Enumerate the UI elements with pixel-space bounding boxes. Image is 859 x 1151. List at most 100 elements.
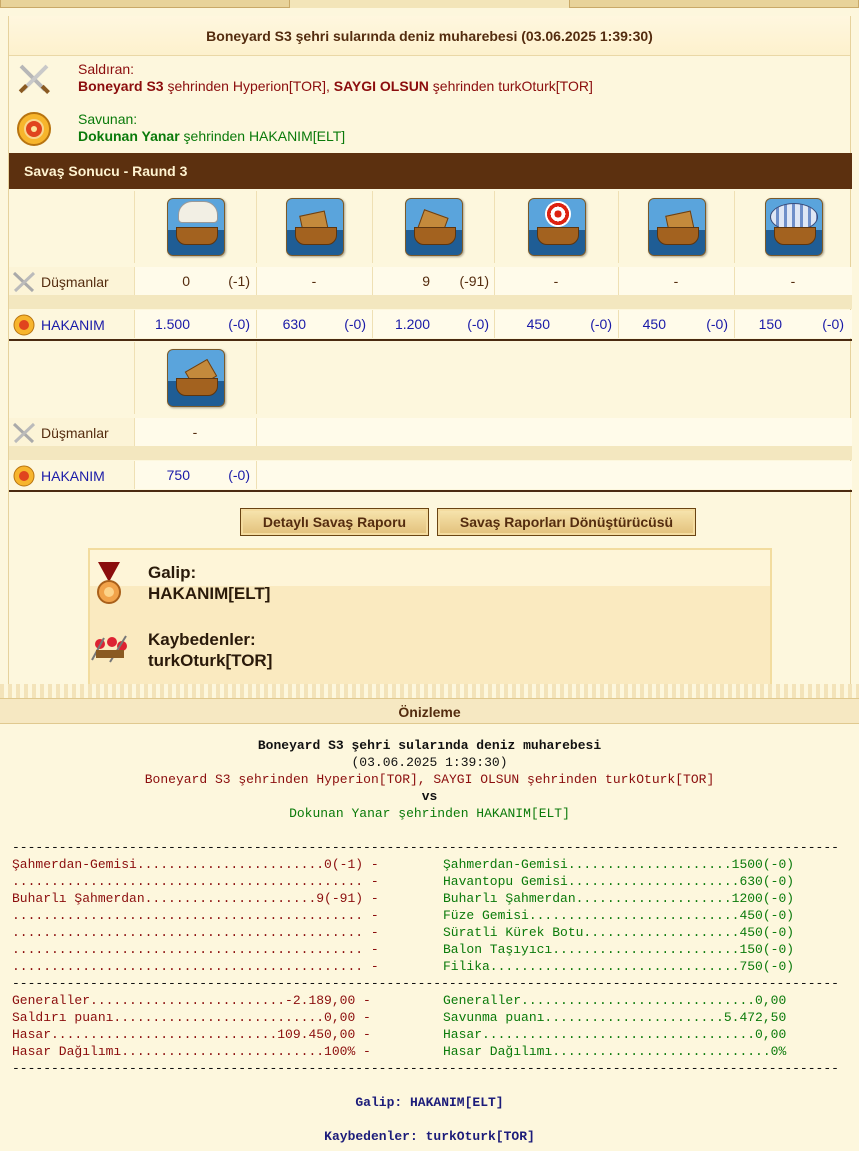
- preview-unit-right: Füze Gemisi...........................45…: [443, 908, 795, 923]
- preview-header: Önizleme: [0, 698, 859, 724]
- enemies-row-2: Düşmanlar -: [9, 418, 852, 446]
- unit-cell: [494, 191, 618, 263]
- top-strip: [0, 0, 859, 8]
- enemies-row-1: Düşmanlar 0 (-1) - 9 (-91) - - -: [9, 267, 852, 295]
- tender-ship-icon[interactable]: [166, 349, 225, 407]
- enemy-count: -: [311, 273, 317, 289]
- result-box: Galip: HAKANIM[ELT] Kaybedenler: turkOtu…: [88, 548, 772, 684]
- shield-icon: [13, 465, 35, 487]
- defender-name-link[interactable]: HAKANIM: [41, 468, 105, 484]
- fire-ship-icon[interactable]: [285, 198, 344, 256]
- defender-city-link[interactable]: Dokunan Yanar: [78, 128, 180, 144]
- preview-divider: ----------------------------------------…: [12, 976, 839, 991]
- row-gap: [9, 295, 852, 309]
- preview-unit-right: Havantopu Gemisi......................63…: [443, 874, 795, 889]
- defender-count: 630: [282, 316, 306, 332]
- defender-count: 750: [166, 467, 190, 483]
- defender-loss: (-0): [467, 316, 489, 332]
- preview-unit-left: ........................................…: [12, 925, 379, 940]
- top-tab-right[interactable]: [569, 0, 859, 8]
- preview-title: Boneyard S3 şehri sularında deniz muhare…: [257, 738, 602, 753]
- preview-vs: vs: [421, 789, 438, 804]
- crossed-swords-icon: [18, 64, 50, 94]
- shield-icon: [13, 314, 35, 336]
- preview-unit-right: Balon Taşıyıcı........................15…: [443, 942, 795, 957]
- preview-defenders: Dokunan Yanar şehrinden HAKANIM[ELT]: [289, 806, 570, 821]
- preview-unit-right: Şahmerdan-Gemisi.....................150…: [443, 857, 795, 872]
- top-tab-left[interactable]: [0, 0, 290, 8]
- defender-label: Savunan:: [78, 111, 138, 127]
- defender-loss: (-0): [590, 316, 612, 332]
- defender-row-1: HAKANIM 1.500 (-0) 630 (-0) 1.200 (-0) 4…: [9, 310, 852, 338]
- winner-name: HAKANIM[ELT]: [148, 584, 271, 603]
- preview-unit-left: ........................................…: [12, 942, 379, 957]
- enemy-count: -: [790, 273, 796, 289]
- steam-ram-icon[interactable]: [404, 198, 463, 256]
- preview-stat-right: Hasar Dağılımı..........................…: [443, 1044, 787, 1059]
- row-gap: [9, 446, 852, 460]
- preview-unit-right: Buharlı Şahmerdan....................120…: [443, 891, 795, 906]
- enemies-label: Düşmanlar: [41, 274, 109, 290]
- preview-attackers: Boneyard S3 şehrinden Hyperion[TOR], SAY…: [144, 772, 715, 787]
- defender-row-2: HAKANIM 750 (-0): [9, 461, 852, 489]
- preview-unit-left: ........................................…: [12, 874, 379, 889]
- rocket-ship-icon[interactable]: [527, 198, 586, 256]
- empty-cell: [256, 342, 852, 414]
- report-title: Boneyard S3 şehri sularında deniz muhare…: [9, 16, 850, 56]
- preview-unit-left: Şahmerdan-Gemisi........................…: [12, 857, 379, 872]
- defender-loss: (-0): [344, 316, 366, 332]
- defender-row-label: HAKANIM: [11, 465, 105, 487]
- preview-stat-right: Generaller..............................…: [443, 993, 787, 1008]
- enemy-count: -: [192, 424, 198, 440]
- report-converter-button[interactable]: Savaş Raporları Dönüştürücüsü: [437, 508, 696, 536]
- enemy-count: -: [673, 273, 679, 289]
- defender-name-link[interactable]: HAKANIM: [41, 317, 105, 333]
- attacker-text-1: şehrinden Hyperion[TOR],: [163, 78, 334, 94]
- unit-icons-row-1: [9, 191, 852, 263]
- section-header: Savaş Sonucu - Raund 3: [9, 153, 852, 189]
- preview-unit-left: Buharlı Şahmerdan......................9…: [12, 891, 379, 906]
- attacker-city-link-2[interactable]: SAYGI OLSUN: [334, 78, 429, 94]
- preview-stat-left: Hasar Dağılımı..........................…: [12, 1044, 371, 1059]
- winner-label: Galip:: [148, 563, 197, 582]
- defender-count: 150: [758, 316, 782, 332]
- losers-label: Kaybedenler:: [148, 630, 256, 649]
- defender-text: şehrinden HAKANIM[ELT]: [179, 128, 346, 144]
- preview-divider: ----------------------------------------…: [12, 1061, 839, 1076]
- paddle-speedboat-icon[interactable]: [647, 198, 706, 256]
- unit-cell: [734, 191, 852, 263]
- crossed-swords-icon: [12, 422, 36, 444]
- attacker-block: Saldıran: Boneyard S3 şehrinden Hyperion…: [9, 56, 850, 106]
- enemy-loss: (-1): [228, 273, 250, 289]
- medal-icon: [97, 562, 121, 604]
- preview-unit-left: ........................................…: [12, 908, 379, 923]
- preview-stat-left: Saldırı puanı...........................…: [12, 1010, 371, 1025]
- balloon-carrier-icon[interactable]: [764, 198, 823, 256]
- preview-winner: Galip: HAKANIM[ELT]: [355, 1095, 504, 1110]
- row-separator: [9, 490, 852, 492]
- defender-line: Dokunan Yanar şehrinden HAKANIM[ELT]: [78, 128, 345, 144]
- defender-block: Savunan: Dokunan Yanar şehrinden HAKANIM…: [9, 106, 850, 152]
- unit-cell: [618, 191, 734, 263]
- enemy-count: 9: [422, 273, 430, 289]
- defender-loss: (-0): [706, 316, 728, 332]
- preview-stat-right: Savunma puanı.......................5.47…: [443, 1010, 787, 1025]
- crossed-swords-icon: [12, 271, 36, 293]
- battle-report: Boneyard S3 şehri sularında deniz muhare…: [8, 16, 852, 684]
- detailed-report-button[interactable]: Detaylı Savaş Raporu: [240, 508, 429, 536]
- preview-stat-left: Generaller.........................-2.18…: [12, 993, 371, 1008]
- preview-unit-right: Filika................................75…: [443, 959, 795, 974]
- unit-cell: [134, 342, 256, 414]
- enemies-row-label: Düşmanlar: [11, 422, 109, 444]
- defender-count: 1.500: [154, 316, 190, 332]
- enemy-loss: (-91): [459, 273, 489, 289]
- attacker-city-link-1[interactable]: Boneyard S3: [78, 78, 164, 94]
- shield-icon: [17, 112, 51, 146]
- ram-ship-icon[interactable]: [166, 198, 225, 256]
- page-divider: [0, 684, 859, 698]
- enemies-label: Düşmanlar: [41, 425, 109, 441]
- defender-count: 450: [526, 316, 550, 332]
- attacker-label: Saldıran:: [78, 61, 135, 77]
- enemy-count: -: [553, 273, 559, 289]
- row-separator: [9, 339, 852, 341]
